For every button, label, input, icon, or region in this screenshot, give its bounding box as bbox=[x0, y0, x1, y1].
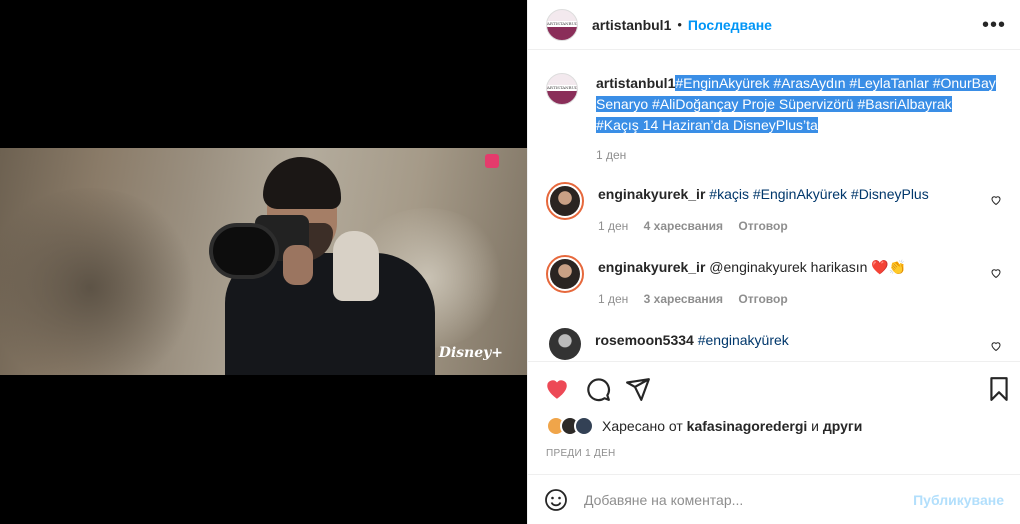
post-media[interactable]: Disney+ bbox=[0, 0, 527, 524]
username-link[interactable]: artistanbul1 bbox=[592, 17, 671, 33]
comment-likes[interactable]: 4 харесвания bbox=[644, 219, 723, 233]
comment-username[interactable]: rosemoon5334 bbox=[595, 332, 694, 348]
disney-plus-logo: Disney+ bbox=[438, 345, 503, 361]
likes-summary: Харесано от kafasinagoredergi и други bbox=[546, 416, 862, 436]
comment-input[interactable] bbox=[584, 491, 914, 508]
avatar[interactable] bbox=[574, 416, 594, 436]
badge-icon bbox=[485, 154, 499, 168]
caption-timestamp[interactable]: 1 ден bbox=[596, 148, 1004, 162]
caption-username[interactable]: artistanbul1 bbox=[596, 75, 675, 91]
more-options-icon[interactable]: ••• bbox=[982, 14, 1006, 37]
heart-outline-icon[interactable] bbox=[990, 194, 1002, 206]
comment-item: rosemoon5334 #enginakyürek bbox=[546, 328, 1004, 360]
post-header: ARTISTANBUL artistanbul1 • Последване ••… bbox=[528, 0, 1020, 50]
post-details-panel: ARTISTANBUL artistanbul1 • Последване ••… bbox=[527, 0, 1020, 524]
background-blur bbox=[0, 188, 200, 375]
comment-username[interactable]: enginakyurek_ir bbox=[598, 259, 705, 275]
comment-text[interactable]: #enginakyürek bbox=[698, 332, 789, 348]
publish-button[interactable]: Публикуване bbox=[913, 492, 1004, 508]
photographer-figure bbox=[205, 153, 445, 375]
follow-button[interactable]: Последване bbox=[688, 17, 772, 33]
avatar[interactable] bbox=[549, 328, 581, 360]
comment-icon[interactable] bbox=[585, 376, 611, 402]
avatar[interactable]: ARTISTANBUL bbox=[546, 73, 578, 105]
camera-lens bbox=[209, 223, 279, 279]
avatar[interactable] bbox=[546, 255, 584, 293]
comments-list[interactable]: ARTISTANBUL artistanbul1#EnginAkyürek #A… bbox=[528, 51, 1020, 361]
emoji-icon[interactable] bbox=[544, 488, 568, 512]
add-comment-bar: Публикуване bbox=[528, 474, 1020, 524]
likes-others-link[interactable]: други bbox=[823, 418, 862, 434]
comment-item: enginakyurek_ir @enginakyurek harikasın … bbox=[546, 255, 1004, 308]
comment-username[interactable]: enginakyurek_ir bbox=[598, 186, 705, 202]
comment-text[interactable]: @enginakyurek harikasın ❤️👏 bbox=[709, 259, 906, 275]
avatar[interactable] bbox=[546, 182, 584, 220]
comment-likes[interactable]: 3 харесвания bbox=[644, 292, 723, 306]
separator-dot: • bbox=[677, 17, 682, 32]
video-frame[interactable]: Disney+ bbox=[0, 148, 527, 375]
caption: ARTISTANBUL artistanbul1#EnginAkyürek #A… bbox=[546, 73, 1004, 136]
reply-button[interactable]: Отговор bbox=[738, 292, 787, 306]
comment-meta: 1 ден 3 харесвания Отговор bbox=[598, 290, 906, 308]
liked-by-user[interactable]: kafasinagoredergi bbox=[687, 418, 808, 434]
comment-time[interactable]: 1 ден bbox=[598, 292, 628, 306]
heart-outline-icon[interactable] bbox=[990, 340, 1002, 352]
comment-meta: 1 ден 4 харесвания Отговор bbox=[598, 217, 929, 235]
comment-item: enginakyurek_ir #kaçis #EnginAkyürek #Di… bbox=[546, 182, 1004, 235]
heart-outline-icon[interactable] bbox=[990, 267, 1002, 279]
heart-filled-icon[interactable] bbox=[544, 376, 570, 402]
action-bar bbox=[528, 361, 1020, 413]
share-icon[interactable] bbox=[625, 376, 651, 402]
reply-button[interactable]: Отговор bbox=[738, 219, 787, 233]
comment-time[interactable]: 1 ден bbox=[598, 219, 628, 233]
post-timestamp[interactable]: ПРЕДИ 1 ДЕН bbox=[546, 448, 616, 459]
comment-text[interactable]: #kaçis #EnginAkyürek #DisneyPlus bbox=[709, 186, 928, 202]
avatar[interactable]: ARTISTANBUL bbox=[546, 8, 578, 41]
bookmark-icon[interactable] bbox=[986, 376, 1012, 402]
